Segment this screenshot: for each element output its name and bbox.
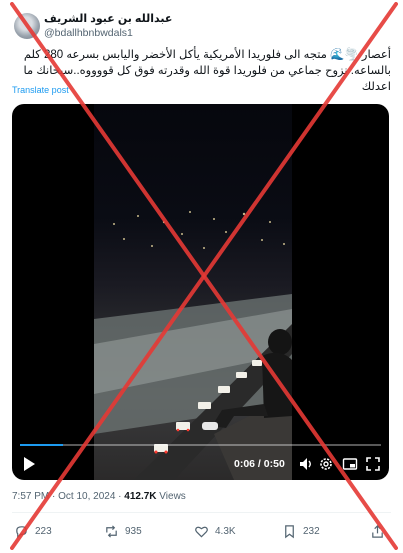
volume-icon[interactable] (298, 456, 314, 472)
display-name[interactable]: عبدالله بن عبود الشريف (44, 12, 172, 25)
video-frame (94, 104, 292, 480)
user-handle[interactable]: @bdallhbnbwdals1 (44, 27, 133, 39)
bookmark-button[interactable]: 232 (282, 520, 320, 542)
views-count: 412.7K (124, 491, 157, 502)
views-label: Views (156, 491, 186, 502)
picture-in-picture-icon[interactable] (342, 456, 358, 472)
video-player[interactable]: 0:06 / 0:50 (12, 104, 389, 480)
timestamp[interactable]: 7:57 PM · Oct 10, 2024 · (12, 491, 124, 502)
translate-post-link[interactable]: Translate post (12, 85, 69, 95)
gear-icon[interactable] (318, 456, 334, 472)
reply-icon (16, 525, 27, 539)
heart-icon (195, 526, 208, 538)
avatar[interactable] (14, 13, 40, 39)
video-progress-fill (20, 444, 64, 446)
tweet-meta: 7:57 PM · Oct 10, 2024 · 412.7K Views (12, 491, 186, 502)
tweet-card: عبدالله بن عبود الشريف @bdallhbnbwdals1 … (0, 0, 403, 553)
fullscreen-icon[interactable] (365, 456, 381, 472)
repost-icon (106, 524, 117, 538)
reply-count: 223 (35, 525, 52, 537)
repost-count: 935 (125, 525, 142, 537)
play-icon[interactable] (22, 456, 36, 472)
reply-button[interactable]: 223 (14, 520, 52, 542)
action-bar: 223 935 4.3K 232 (0, 520, 403, 542)
video-scene (94, 211, 292, 480)
bookmark-count: 232 (303, 525, 320, 537)
share-icon (372, 524, 383, 538)
video-time: 0:06 / 0:50 (234, 458, 285, 470)
video-progress-bar[interactable] (20, 444, 381, 446)
divider (12, 512, 391, 513)
bookmark-icon (285, 524, 294, 538)
like-button[interactable]: 4.3K (194, 520, 236, 542)
like-count: 4.3K (215, 525, 236, 537)
repost-button[interactable]: 935 (104, 520, 142, 542)
share-button[interactable] (370, 520, 385, 542)
